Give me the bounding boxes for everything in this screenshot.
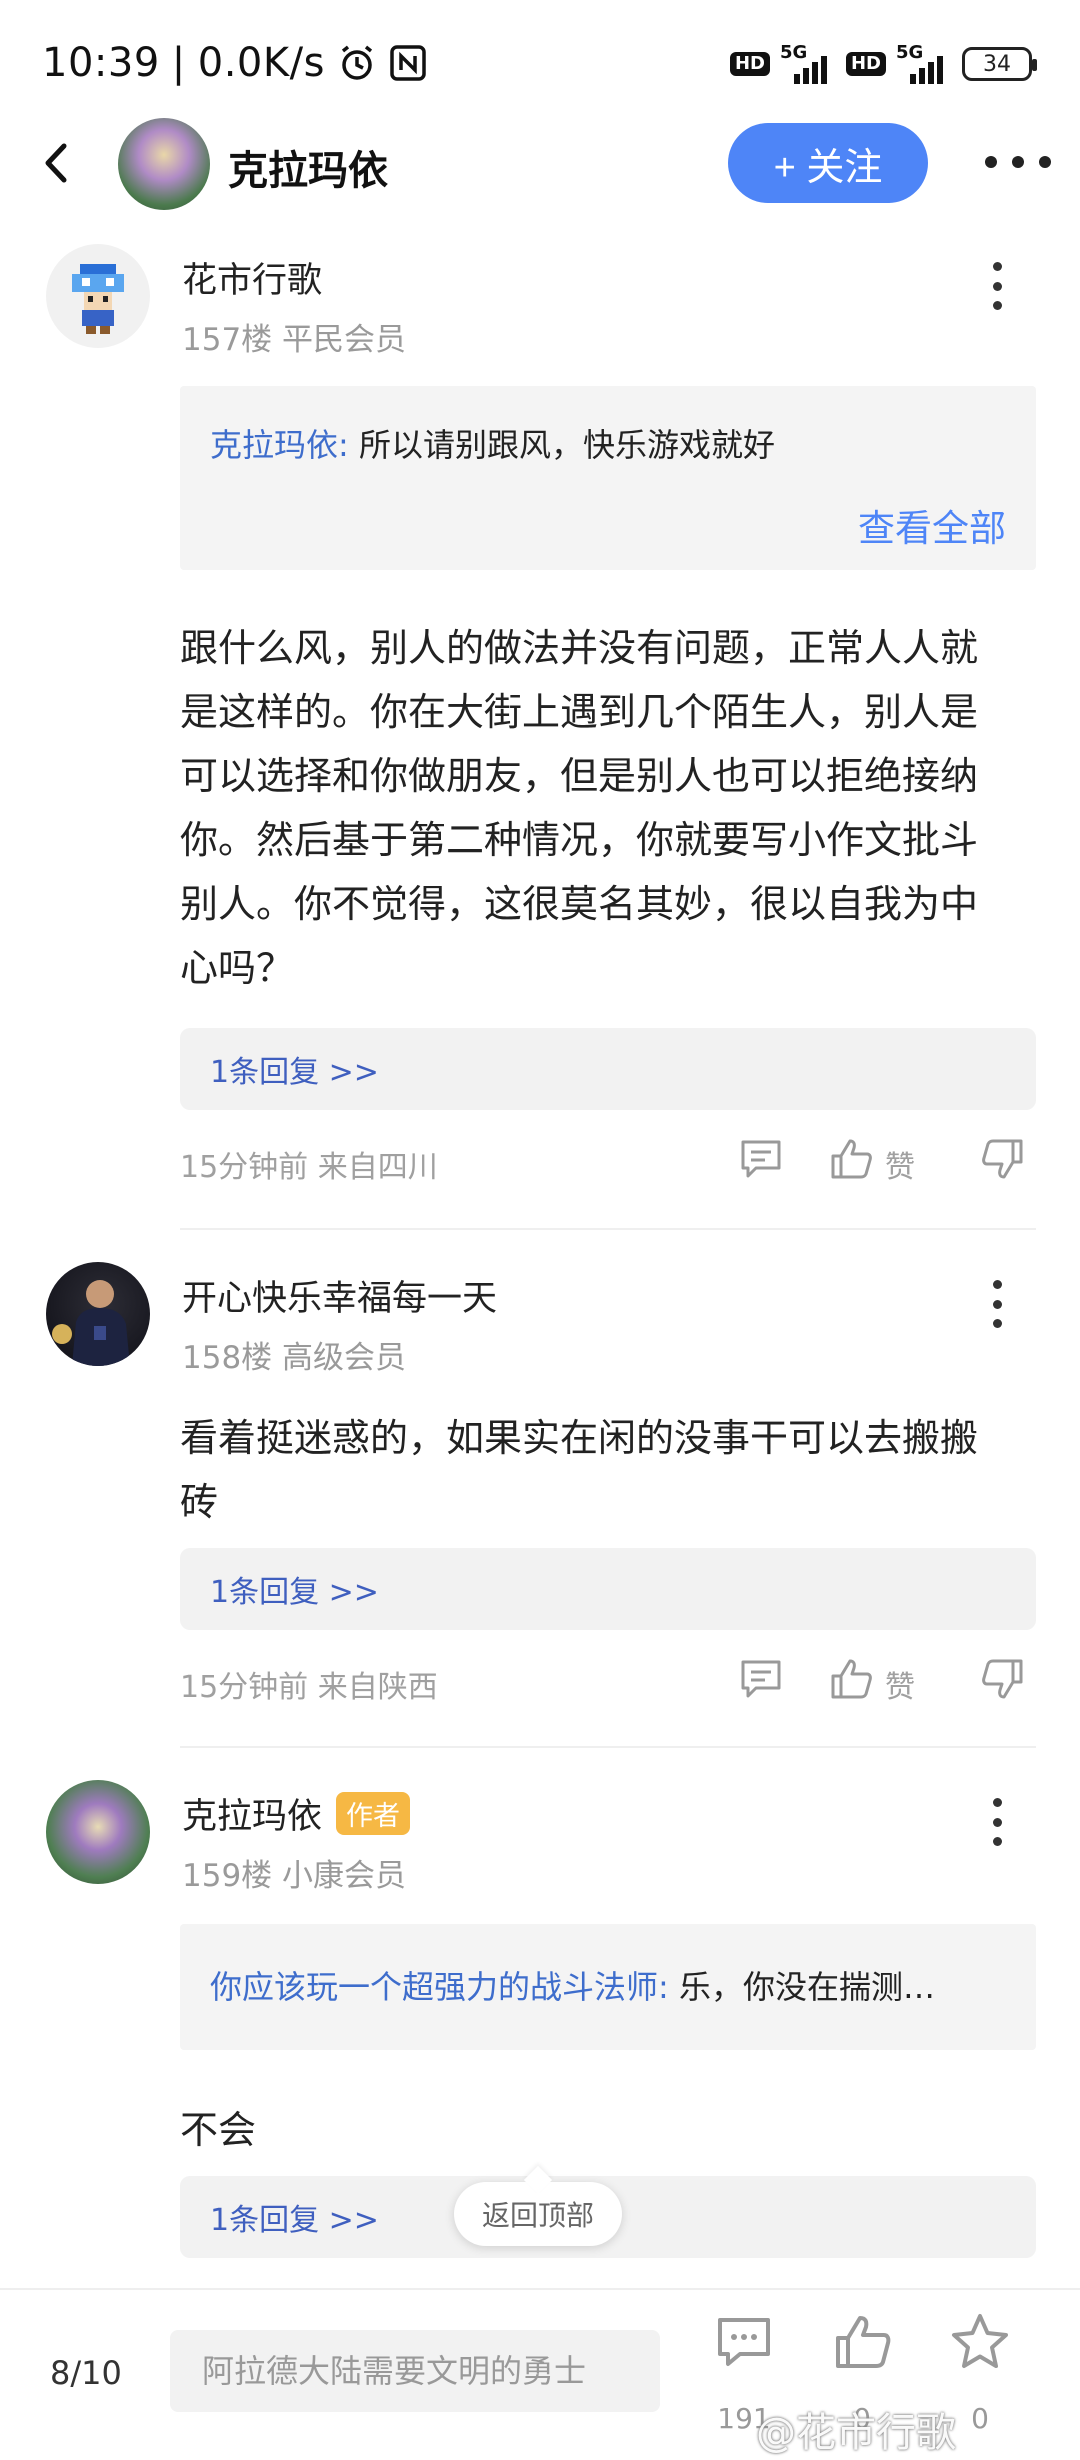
sub-replies-button[interactable]: 1条回复 >>	[180, 1028, 1036, 1110]
like-label[interactable]: 赞	[885, 1142, 915, 1186]
more-vertical-icon[interactable]	[991, 1280, 1003, 1328]
comment-body: 看着挺迷惑的，如果实在闲的没事干可以去搬搬 砖	[180, 1416, 979, 1524]
thumbs-up-icon[interactable]	[830, 2310, 894, 2374]
quoted-reply[interactable]: 克拉玛依: 所以请别跟风，快乐游戏就好 查看全部	[180, 386, 1036, 570]
quote-text: 所以请别跟风，快乐游戏就好	[348, 426, 775, 464]
battery-level: 34	[983, 51, 1011, 77]
star-icon[interactable]	[948, 2310, 1012, 2374]
author-avatar[interactable]	[118, 118, 210, 210]
status-bar-right: HD 5G HD 5G 34	[729, 42, 1037, 84]
page-indicator[interactable]: 8/10	[50, 2354, 122, 2392]
follow-button[interactable]: + 关注	[728, 123, 928, 203]
thumbs-down-icon[interactable]	[980, 1136, 1026, 1182]
username[interactable]: 花市行歌	[182, 252, 322, 303]
view-all-link[interactable]: 查看全部	[858, 498, 1006, 552]
quote-author-link[interactable]: 你应该玩一个超强力的战斗法师:	[210, 1968, 669, 2006]
page-title: 克拉玛依	[228, 148, 388, 194]
nfc-icon	[389, 44, 427, 82]
divider	[180, 1746, 1036, 1748]
comment-icon[interactable]	[712, 2310, 776, 2374]
time-location: 15分钟前 来自四川	[180, 1150, 438, 1185]
thumbs-up-icon[interactable]	[828, 1656, 874, 1702]
quote-author-link[interactable]: 克拉玛依:	[210, 426, 349, 464]
comment-footer: 15分钟前 来自陕西 赞	[180, 1656, 1036, 1706]
status-separator: |	[171, 40, 186, 86]
user-avatar[interactable]	[46, 244, 150, 348]
author-badge: 作者	[336, 1792, 411, 1835]
time-location: 15分钟前 来自陕西	[180, 1670, 438, 1705]
floor-meta: 159楼 小康会员	[182, 1858, 407, 1894]
status-bar-left: 10:39 | 0.0K/s	[42, 40, 427, 86]
comment-footer: 15分钟前 来自四川 赞	[180, 1136, 1036, 1186]
divider	[180, 1228, 1036, 1230]
quoted-reply[interactable]: 你应该玩一个超强力的战斗法师: 乐，你没在揣测…	[180, 1924, 1036, 2050]
hd-badge-2: HD	[845, 52, 886, 76]
floor-meta: 157楼 平民会员	[182, 322, 407, 358]
quote-text: 乐，你没在揣测…	[668, 1968, 935, 2006]
more-vertical-icon[interactable]	[991, 1798, 1003, 1846]
hd-badge-1: HD	[729, 52, 770, 76]
user-avatar[interactable]	[46, 1262, 150, 1366]
thumbs-up-icon[interactable]	[828, 1136, 874, 1182]
comment-body: 跟什么风，别人的做法并没有问题，正常人人就 是这样的。你在大街上遇到几个陌生人，…	[180, 626, 979, 990]
signal-icon-1: 5G	[780, 42, 836, 84]
thumbs-down-icon[interactable]	[980, 1656, 1026, 1702]
more-horizontal-icon[interactable]	[985, 150, 1051, 174]
back-to-top-button[interactable]: 返回顶部	[454, 2182, 622, 2246]
top-nav-bar: 克拉玛依 + 关注	[0, 110, 1080, 220]
username[interactable]: 开心快乐幸福每一天	[182, 1270, 497, 1321]
user-avatar[interactable]	[46, 1780, 150, 1884]
comment-icon[interactable]	[738, 1136, 784, 1182]
like-label[interactable]: 赞	[885, 1662, 915, 1706]
floor-meta: 158楼 高级会员	[182, 1340, 407, 1376]
watermark: @花市行歌	[756, 2410, 956, 2456]
status-net-speed: 0.0K/s	[197, 40, 325, 86]
reply-input[interactable]	[170, 2330, 660, 2412]
alarm-icon	[337, 43, 377, 83]
comment-icon[interactable]	[738, 1656, 784, 1702]
username[interactable]: 克拉玛依 作者	[182, 1788, 411, 1839]
status-time: 10:39	[42, 40, 160, 86]
battery-icon: 34	[962, 47, 1037, 81]
comment-body: 不会	[180, 2108, 257, 2152]
back-arrow-icon[interactable]	[36, 138, 76, 188]
sub-replies-button[interactable]: 1条回复 >>	[180, 1548, 1036, 1630]
more-vertical-icon[interactable]	[991, 262, 1003, 310]
signal-icon-2: 5G	[896, 42, 952, 84]
